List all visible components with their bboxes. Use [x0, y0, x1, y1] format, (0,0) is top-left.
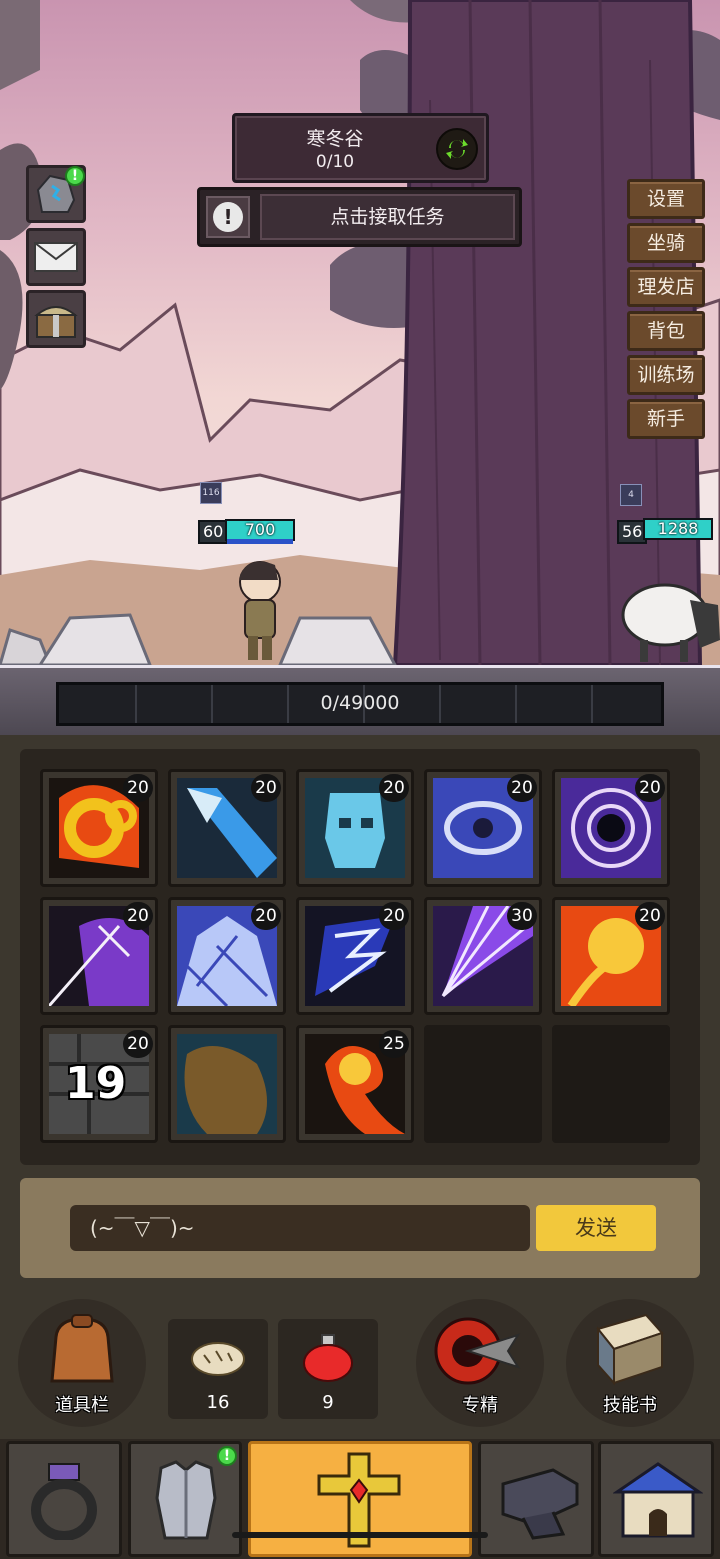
- skillbook-button[interactable]: 技能书: [566, 1299, 694, 1427]
- player-mana-bar: [227, 539, 293, 544]
- backpack-icon: [50, 1314, 114, 1383]
- enemy-hp-bar: 1288: [643, 518, 713, 540]
- anvil-icon: [501, 1468, 579, 1540]
- skill-level: 20: [251, 774, 281, 802]
- skill-level: 20: [379, 902, 409, 930]
- home-indicator: [232, 1532, 488, 1538]
- nav-anvil[interactable]: [478, 1441, 594, 1557]
- xp-text: 0/49000: [320, 692, 400, 714]
- skillbook-label: 技能书: [603, 1395, 657, 1416]
- accept-quest-button[interactable]: 点击接取任务: [260, 194, 515, 240]
- menu-settings[interactable]: 设置: [627, 179, 705, 219]
- player-tag: 116: [200, 482, 222, 504]
- quest-row[interactable]: ! 点击接取任务: [197, 187, 522, 247]
- treasure-chest-button[interactable]: [26, 290, 86, 348]
- enemy-tag: 4: [620, 484, 642, 506]
- mail-icon: [34, 242, 78, 272]
- bread-slot[interactable]: 16: [168, 1319, 268, 1419]
- scene-background: [0, 0, 720, 665]
- zone-panel: 寒冬谷 0/10: [232, 113, 489, 183]
- notification-badge: !: [65, 166, 85, 186]
- skill-purple-rays[interactable]: 30: [424, 897, 542, 1015]
- inventory-label: 道具栏: [55, 1395, 109, 1416]
- skill-level: 20: [635, 902, 665, 930]
- bread-icon: [191, 1342, 245, 1376]
- menu-training[interactable]: 训练场: [627, 355, 705, 395]
- skill-book-icon: [596, 1313, 664, 1386]
- lower-panel: 20 20 20 20 20 20 20 20 30 20 19 20 25 (…: [0, 735, 720, 1559]
- empty-skill-slot[interactable]: [424, 1025, 542, 1143]
- potion-count: 9: [322, 1392, 334, 1413]
- battle-scene: 寒冬谷 0/10 ! 点击接取任务 ! 设置 坐骑 理发店 背包 训练场 新手 …: [0, 0, 720, 665]
- target-arrow-icon: [434, 1317, 521, 1385]
- enemy-hp: 1288: [657, 519, 699, 538]
- xp-bar: 0/49000: [56, 682, 664, 726]
- quest-alert[interactable]: !: [206, 196, 250, 238]
- zone-progress: 0/10: [315, 152, 355, 172]
- menu-mount[interactable]: 坐骑: [627, 223, 705, 263]
- empty-skill-slot[interactable]: [552, 1025, 670, 1143]
- skill-level: 20: [507, 774, 537, 802]
- specialize-label: 专精: [462, 1395, 498, 1416]
- chat-panel: (~￣▽￣)~ 发送: [20, 1178, 700, 1278]
- zone-name: 寒冬谷: [306, 128, 364, 150]
- player-level: 60: [198, 520, 229, 544]
- nav-house[interactable]: [598, 1441, 714, 1557]
- skill-ice-spear[interactable]: 20: [168, 769, 286, 887]
- rune-stone-button[interactable]: !: [26, 165, 86, 223]
- refresh-icon: [446, 139, 468, 159]
- ring-icon: [31, 1463, 97, 1540]
- nav-relic[interactable]: [248, 1441, 472, 1557]
- skill-level: 20: [635, 774, 665, 802]
- skills-panel: 20 20 20 20 20 20 20 20 30 20 19 20 25: [20, 749, 700, 1165]
- potion-slot[interactable]: 9: [278, 1319, 378, 1419]
- inventory-button[interactable]: 道具栏: [18, 1299, 146, 1427]
- send-button[interactable]: 发送: [536, 1205, 656, 1251]
- skill-ice-shards[interactable]: 20: [168, 897, 286, 1015]
- skill-gold-chain[interactable]: 20: [40, 769, 158, 887]
- skill-fire-orb[interactable]: 20: [552, 897, 670, 1015]
- earth-boulder-icon: [177, 1034, 277, 1134]
- menu-barber[interactable]: 理发店: [627, 267, 705, 307]
- nav-ring[interactable]: [6, 1441, 122, 1557]
- mail-button[interactable]: [26, 228, 86, 286]
- player-hp: 700: [244, 520, 276, 539]
- chat-input[interactable]: (~￣▽￣)~: [70, 1205, 530, 1251]
- skill-level: 20: [123, 902, 153, 930]
- skill-level: 20: [123, 1030, 153, 1058]
- skill-fire-swirl[interactable]: 25: [296, 1025, 414, 1143]
- skill-level: 25: [379, 1030, 409, 1058]
- skill-eye-storm[interactable]: 20: [424, 769, 542, 887]
- house-icon: [613, 1462, 703, 1538]
- skill-thunder[interactable]: 20: [296, 897, 414, 1015]
- skill-level: 20: [123, 774, 153, 802]
- specialize-button[interactable]: 专精: [416, 1299, 544, 1427]
- chest-icon: [34, 306, 78, 338]
- refresh-button[interactable]: [436, 128, 478, 170]
- skill-stone-wall[interactable]: 19 20: [40, 1025, 158, 1143]
- xp-strip: 0/49000: [0, 665, 720, 735]
- exclamation-icon: !: [213, 202, 243, 232]
- skill-shadow-flash[interactable]: 20: [40, 897, 158, 1015]
- skill-level: 20: [379, 774, 409, 802]
- action-row: 道具栏 16 9 专精 技能书: [0, 1295, 720, 1427]
- potion-icon: [303, 1334, 353, 1382]
- nav-armor[interactable]: !: [128, 1441, 242, 1557]
- player-hp-bar: 700: [225, 519, 295, 541]
- skill-frost-skull[interactable]: 20: [296, 769, 414, 887]
- bread-count: 16: [206, 1392, 230, 1413]
- skill-earth-boulder[interactable]: [168, 1025, 286, 1143]
- menu-backpack[interactable]: 背包: [627, 311, 705, 351]
- skill-arcane-web[interactable]: 20: [552, 769, 670, 887]
- bottom-nav: !: [0, 1439, 720, 1559]
- armor-icon: [155, 1460, 217, 1540]
- skill-level: 20: [251, 902, 281, 930]
- notification-badge: !: [217, 1446, 237, 1466]
- skill-level: 30: [507, 902, 537, 930]
- cooldown-counter: 19: [65, 1058, 127, 1109]
- menu-newbie[interactable]: 新手: [627, 399, 705, 439]
